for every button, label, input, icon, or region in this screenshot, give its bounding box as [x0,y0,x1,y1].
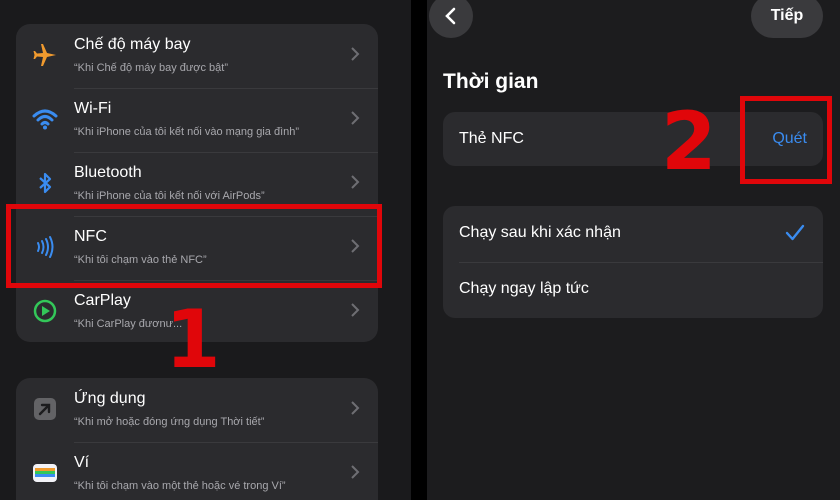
bluetooth-icon [39,172,52,194]
chevron-right-icon [351,401,360,415]
trigger-title: Ví [74,454,90,471]
trigger-title: Chế độ máy bay [74,36,191,53]
wallet-icon [33,464,57,482]
trigger-subtitle: “Khi tôi chạm vào một thẻ hoặc vé trong … [74,480,286,492]
chevron-right-icon [351,465,360,479]
chevron-right-icon [351,111,360,125]
option-ask-before-run[interactable]: Chạy sau khi xác nhận [443,206,823,262]
section-title: Thời gian [443,70,539,93]
trigger-item-wifi[interactable]: Wi-Fi “Khi iPhone của tôi kết nối vào mạ… [16,88,378,152]
option-label: Chạy ngay lập tức [459,280,589,297]
carplay-icon [33,299,57,323]
trigger-item-airplane-mode[interactable]: Chế độ máy bay “Khi Chế độ máy bay được … [16,24,378,88]
next-button-label: Tiếp [770,7,804,24]
run-options: Chạy sau khi xác nhận Chạy ngay lập tức [443,206,823,318]
step-number-2: 2 [661,95,717,188]
option-run-immediately[interactable]: Chạy ngay lập tức [443,262,823,318]
triggers-panel: Chế độ máy bay “Khi Chế độ máy bay được … [0,0,411,500]
option-label: Chạy sau khi xác nhận [459,224,621,241]
trigger-subtitle: “Khi Chế độ máy bay được bật” [74,62,228,74]
checkmark-icon [785,224,805,241]
chevron-left-icon [445,7,456,25]
app-arrow-icon [34,398,56,420]
trigger-title: Ứng dụng [74,390,146,407]
nfc-config-panel: Tiếp Thời gian Thẻ NFC Quét Chạy sau khi… [427,0,840,500]
trigger-subtitle: “Khi iPhone của tôi kết nối vào mạng gia… [74,126,300,138]
trigger-subtitle: “Khi iPhone của tôi kết nối với AirPods” [74,190,265,202]
trigger-title: CarPlay [74,292,131,309]
trigger-item-wallet[interactable]: Ví “Khi tôi chạm vào một thẻ hoặc vé tro… [16,442,378,500]
highlight-box-scan [740,96,832,184]
chevron-right-icon [351,303,360,317]
trigger-title: Bluetooth [74,164,142,181]
chevron-right-icon [351,47,360,61]
nfc-tag-label: Thẻ NFC [459,130,524,147]
app-trigger-list: Ứng dụng “Khi mở hoặc đóng ứng dụng Thời… [16,378,378,500]
panel-divider [411,0,427,500]
back-button[interactable] [429,0,473,38]
wifi-icon [32,109,58,130]
trigger-subtitle: “Khi mở hoặc đóng ứng dụng Thời tiết” [74,416,265,428]
trigger-title: Wi-Fi [74,100,112,117]
airplane-icon [33,44,56,66]
next-button[interactable]: Tiếp [751,0,823,38]
chevron-right-icon [351,175,360,189]
step-number-1: 1 [165,293,221,386]
trigger-item-app[interactable]: Ứng dụng “Khi mở hoặc đóng ứng dụng Thời… [16,378,378,442]
highlight-box-nfc [6,204,382,288]
